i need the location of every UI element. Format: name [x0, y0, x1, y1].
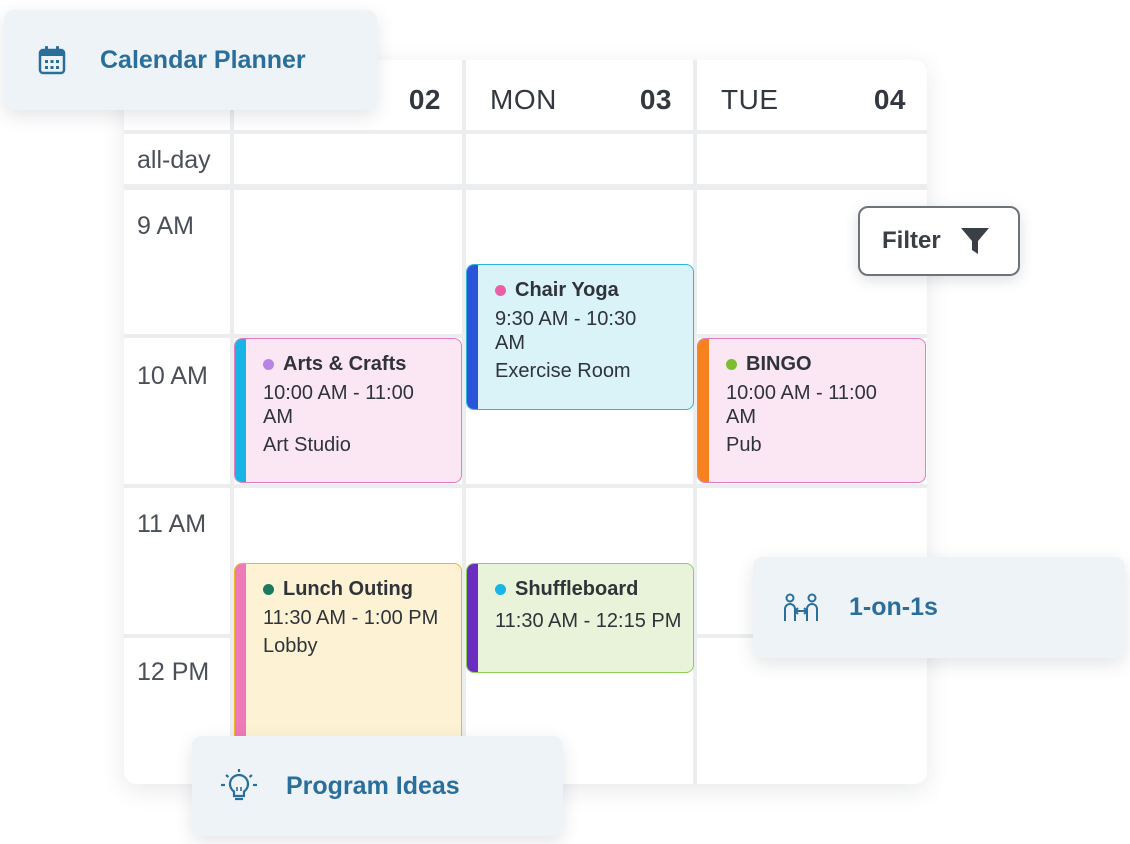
- event-location: Pub: [726, 434, 762, 456]
- event-dot: [263, 359, 274, 370]
- program-ideas-chip[interactable]: Program Ideas: [192, 736, 563, 836]
- event-title: BINGO: [746, 353, 812, 375]
- one-on-ones-chip[interactable]: 1-on-1s: [753, 557, 1125, 658]
- event-arts-crafts[interactable]: Arts & Crafts 10:00 AM - 11:00 AM Art Stu…: [234, 338, 462, 483]
- event-title: Lunch Outing: [283, 578, 413, 600]
- time-label: 11 AM: [137, 510, 207, 538]
- header-day-mon[interactable]: MON 03: [466, 60, 693, 130]
- slot-cell[interactable]: [697, 638, 927, 784]
- header-day-tue[interactable]: TUE 04: [697, 60, 927, 130]
- date-label: 04: [873, 84, 906, 115]
- event-dot: [726, 359, 737, 370]
- funnel-icon: [959, 225, 991, 257]
- calendar-icon: [38, 45, 66, 75]
- lightbulb-icon: [220, 768, 258, 804]
- time-label: 9 AM: [137, 212, 194, 240]
- event-time: 10:00 AM - 11:00 AM: [263, 382, 414, 428]
- allday-label-cell: all-day: [124, 134, 230, 184]
- event-color-bar: [698, 339, 709, 482]
- event-dot: [495, 285, 506, 296]
- event-dot: [263, 584, 274, 595]
- event-time: 11:30 AM - 12:15 PM: [495, 610, 682, 632]
- time-cell: 10 AM: [124, 338, 230, 484]
- allday-cell[interactable]: [697, 134, 927, 184]
- calendar-grid: 02 MON 03 TUE 04 all-day 9 AM 10 AM 11 A…: [124, 60, 927, 784]
- calendar-planner-label: Calendar Planner: [100, 45, 306, 74]
- event-bingo[interactable]: BINGO 10:00 AM - 11:00 AM Pub: [697, 338, 926, 483]
- date-label: 03: [639, 84, 672, 115]
- time-cell: 9 AM: [124, 190, 230, 334]
- allday-cell[interactable]: [466, 134, 693, 184]
- event-color-bar: [235, 339, 246, 482]
- day-label: TUE: [721, 84, 779, 115]
- people-exchange-icon: [783, 593, 819, 623]
- filter-label: Filter: [882, 227, 941, 254]
- event-dot: [495, 584, 506, 595]
- event-color-bar: [467, 564, 478, 672]
- event-title: Chair Yoga: [515, 279, 619, 301]
- event-color-bar: [467, 265, 478, 409]
- event-time: 10:00 AM - 11:00 AM: [726, 382, 877, 428]
- event-chair-yoga[interactable]: Chair Yoga 9:30 AM - 10:30 AM Exercise Ro…: [466, 264, 694, 410]
- allday-cell[interactable]: [234, 134, 462, 184]
- calendar-planner-chip[interactable]: Calendar Planner: [4, 10, 377, 110]
- allday-label: all-day: [137, 146, 211, 174]
- event-shuffleboard[interactable]: Shuffleboard 11:30 AM - 12:15 PM: [466, 563, 694, 673]
- event-time: 11:30 AM - 1:00 PM: [263, 607, 439, 629]
- one-on-ones-label: 1-on-1s: [849, 593, 938, 621]
- filter-button[interactable]: Filter: [858, 206, 1020, 276]
- slot-cell[interactable]: [234, 190, 462, 334]
- event-location: Lobby: [263, 635, 318, 657]
- event-title: Arts & Crafts: [283, 353, 407, 375]
- event-time: 9:30 AM - 10:30 AM: [495, 308, 637, 354]
- time-label: 10 AM: [137, 362, 208, 390]
- event-location: Art Studio: [263, 434, 351, 456]
- date-label: 02: [408, 84, 441, 115]
- time-label: 12 PM: [137, 658, 210, 686]
- day-label: MON: [490, 84, 557, 115]
- event-location: Exercise Room: [495, 360, 631, 382]
- event-title: Shuffleboard: [515, 578, 639, 600]
- time-cell: 11 AM: [124, 488, 230, 634]
- program-ideas-label: Program Ideas: [286, 771, 460, 800]
